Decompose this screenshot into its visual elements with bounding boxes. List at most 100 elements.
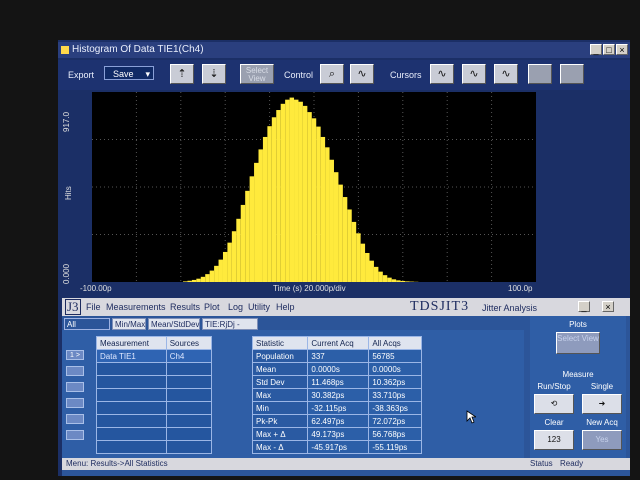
clear-counter: 123: [547, 435, 561, 444]
jitter-close-button[interactable]: ×: [602, 301, 614, 312]
oscilloscope-screen: Histogram Of Data TIE1(Ch4) _ □ × Export…: [58, 40, 630, 476]
cursor-wave-2-icon[interactable]: ∿: [462, 64, 486, 84]
histogram-bar: [320, 136, 326, 282]
histogram-bar: [378, 271, 383, 282]
histogram-bar: [187, 280, 192, 282]
col-current-acq: Current Acq: [307, 336, 370, 350]
histogram-bar: [271, 117, 277, 282]
histogram-bar: [218, 259, 223, 282]
measurement-select-3[interactable]: [66, 382, 84, 392]
cursor-wave-1-icon[interactable]: ∿: [430, 64, 454, 84]
histogram-bar: [200, 276, 206, 282]
cursor-option-1-button[interactable]: [528, 64, 552, 84]
histogram-bar: [396, 280, 401, 282]
menu-utility[interactable]: Utility: [248, 302, 270, 312]
histogram-bar: [382, 275, 388, 282]
y-min-label: 0.000: [62, 263, 71, 284]
plots-select-view-button[interactable]: Select View: [556, 332, 600, 354]
histogram-bar: [342, 197, 348, 282]
histogram-plot: [92, 92, 536, 283]
close-button[interactable]: ×: [616, 44, 628, 55]
select-view-button[interactable]: Select View: [240, 64, 274, 84]
single-button[interactable]: ➜: [582, 394, 622, 414]
histogram-bar: [191, 279, 197, 282]
menu-log[interactable]: Log: [228, 302, 243, 312]
minimize-button[interactable]: _: [590, 44, 602, 55]
export-format-select[interactable]: Save ▾: [104, 66, 154, 80]
col-measurement: Measurement: [96, 336, 167, 350]
table-row[interactable]: Data TIE1 Ch4: [96, 349, 213, 363]
save-value: Save: [113, 69, 134, 79]
x-max-label: 100.0p: [508, 284, 533, 293]
control-label: Control: [284, 70, 314, 80]
histogram-bar: [298, 101, 303, 282]
waveform-icon[interactable]: ∿: [350, 64, 374, 84]
plots-label: Plots: [569, 320, 587, 329]
histogram-svg: [92, 92, 536, 283]
single-run-icon: ➜: [598, 399, 606, 408]
histogram-bar: [351, 221, 357, 282]
histogram-bar: [214, 265, 219, 282]
histogram-bar: [236, 218, 241, 282]
zoom-icon[interactable]: ⌕: [320, 64, 344, 84]
jitter-minimize-button[interactable]: _: [578, 301, 590, 312]
histogram-bar: [209, 270, 215, 282]
menu-results[interactable]: Results: [170, 302, 200, 312]
histogram-bar: [373, 266, 379, 282]
measurement-cell[interactable]: Data TIE1: [96, 349, 167, 363]
histogram-bar: [302, 105, 308, 282]
histogram-bar: [405, 281, 410, 282]
statistics-panel: 1 > Measurement Sources Data TIE1 Ch4 Stat…: [62, 330, 524, 458]
tab-rjdj-ber[interactable]: TIE:RjDj - BER: [202, 318, 258, 341]
table-row: Mean 0.0000s 0.0000s: [251, 362, 422, 376]
run-stop-label: Run/Stop: [537, 382, 571, 391]
export-upload-icon[interactable]: ⇡: [170, 64, 194, 84]
measurement-select-5[interactable]: [66, 414, 84, 424]
histogram-bar: [227, 242, 232, 282]
histogram-bar: [196, 278, 201, 282]
measurement-select-6[interactable]: [66, 430, 84, 440]
new-acq-yes-button[interactable]: Yes: [582, 430, 622, 450]
measurement-select-1[interactable]: 1 >: [66, 350, 84, 360]
app-icon: [61, 46, 69, 54]
histogram-bar: [333, 172, 339, 282]
chevron-down-icon: ▾: [145, 69, 150, 79]
histogram-bar: [307, 112, 312, 282]
maximize-button[interactable]: □: [603, 44, 615, 55]
export-download-icon[interactable]: ⇣: [202, 64, 226, 84]
clear-label: Clear: [544, 418, 564, 427]
menu-measurements[interactable]: Measurements: [106, 302, 166, 312]
histogram-bar: [285, 99, 290, 282]
tab-min-max[interactable]: Min/Max: [112, 318, 146, 330]
tab-mean-stddev[interactable]: Mean/StdDev: [148, 318, 200, 330]
menu-plot[interactable]: Plot: [204, 302, 220, 312]
histogram-bar: [267, 126, 272, 283]
cursor-option-2-button[interactable]: [560, 64, 584, 84]
control-panel: Plots Select View Measure Run/Stop Singl…: [530, 316, 626, 464]
measurement-select-4[interactable]: [66, 398, 84, 408]
tab-all-statistics[interactable]: All Statistics: [64, 318, 110, 341]
status-value: Ready: [560, 459, 584, 468]
jitter-menubar: J3 File Measurements Results Plot Log Ut…: [62, 298, 630, 316]
menu-help[interactable]: Help: [276, 302, 295, 312]
histogram-bar: [280, 103, 286, 283]
histogram-bar: [325, 147, 330, 282]
histogram-bar: [183, 281, 188, 282]
histogram-titlebar: Histogram Of Data TIE1(Ch4) _ □ ×: [58, 42, 630, 58]
cursor-wave-3-icon[interactable]: ∿: [494, 64, 518, 84]
measure-label: Measure: [562, 370, 594, 379]
histogram-bar: [369, 260, 374, 282]
menu-file[interactable]: File: [86, 302, 101, 312]
jitter-analysis-window: J3 File Measurements Results Plot Log Ut…: [62, 298, 630, 476]
clear-button[interactable]: 123: [534, 430, 574, 450]
histogram-bar: [360, 243, 366, 282]
table-row: Max 30.382ps 33.710ps: [251, 388, 422, 402]
source-cell[interactable]: Ch4: [165, 349, 213, 363]
histogram-bar: [387, 277, 392, 282]
menu-path: Menu: Results->All Statistics: [66, 459, 168, 468]
cursors-label: Cursors: [390, 70, 422, 80]
table-row: Min -32.115ps -38.363ps: [251, 401, 422, 415]
measurement-select-2[interactable]: [66, 366, 84, 376]
histogram-bar: [311, 118, 317, 282]
run-stop-button[interactable]: ⟲: [534, 394, 574, 414]
